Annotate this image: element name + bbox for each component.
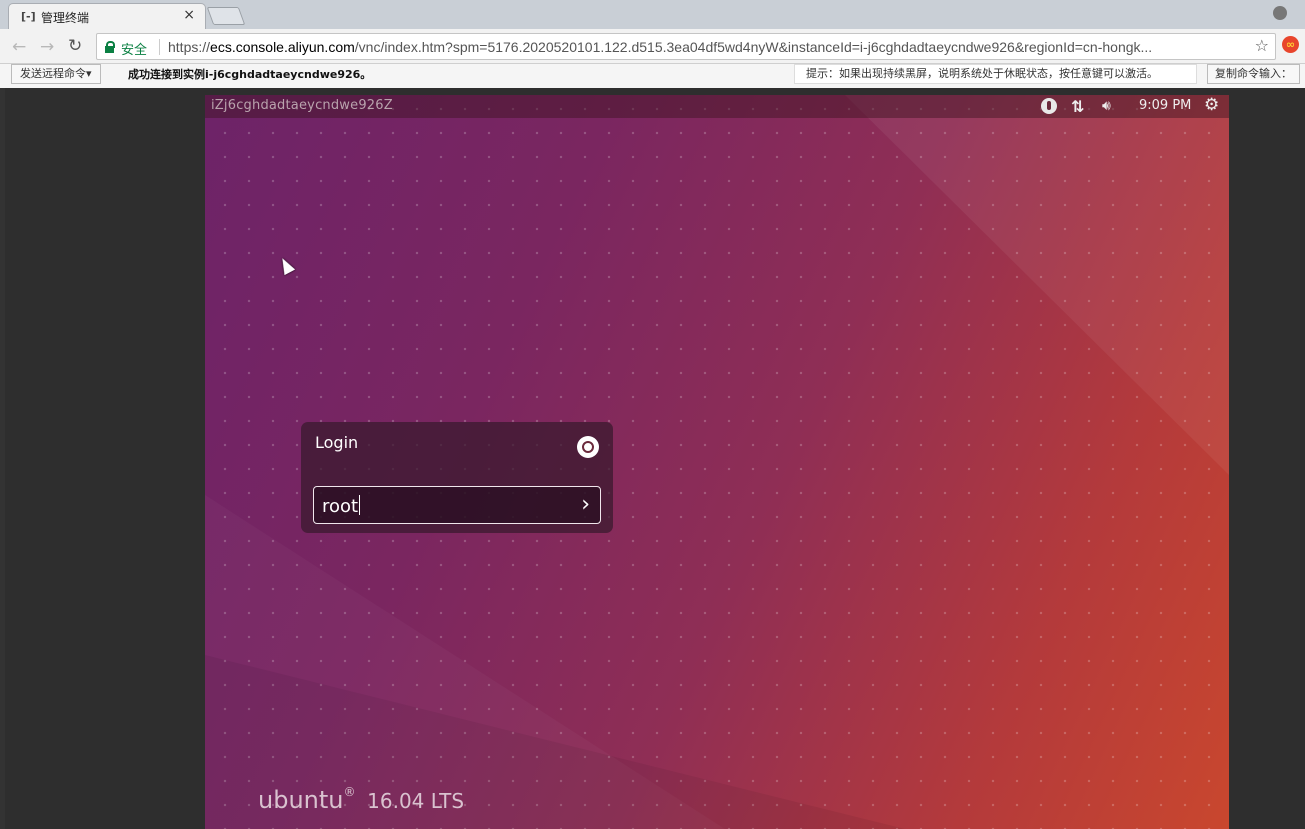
url-host: ecs.console.aliyun.com — [210, 39, 355, 55]
tab-title: 管理终端 — [41, 11, 90, 25]
mouse-cursor-icon — [277, 255, 296, 276]
profile-icon[interactable] — [1273, 6, 1287, 20]
address-bar[interactable]: 安全 https://ecs.console.aliyun.com/vnc/in… — [96, 33, 1276, 60]
session-gear-icon[interactable]: ⚙ — [1204, 95, 1219, 115]
reload-icon[interactable]: ↻ — [68, 36, 82, 56]
vnc-control-bar: 发送远程命令▾ 成功连接到实例i-j6cghdadtaeycndwe926。 提… — [0, 64, 1305, 88]
username-field[interactable]: root › — [313, 486, 601, 524]
network-icon[interactable]: ⇅ — [1071, 97, 1084, 116]
forward-arrow-icon[interactable]: → — [40, 37, 54, 57]
ubuntu-logo-icon — [577, 436, 599, 458]
text-caret — [359, 495, 361, 515]
clock[interactable]: 9:09 PM — [1139, 98, 1191, 113]
username-text: root — [322, 496, 359, 517]
login-title: Login — [315, 433, 359, 452]
url-text[interactable]: https://ecs.console.aliyun.com/vnc/index… — [168, 39, 1243, 55]
browser-tab[interactable]: [-] 管理终端 × — [8, 3, 206, 29]
back-arrow-icon[interactable]: ← — [12, 37, 26, 57]
tab-favicon-icon: [-] — [21, 10, 36, 23]
chevron-right-icon[interactable]: › — [581, 494, 590, 516]
url-scheme: https:// — [168, 39, 211, 55]
tab-close-icon[interactable]: × — [183, 7, 195, 23]
login-dialog: Login root › — [301, 422, 613, 533]
black-screen-hint: 提示：如果出现持续黑屏，说明系统处于休眠状态，按任意键可以激活。 — [794, 64, 1197, 84]
connection-status: 成功连接到实例i-j6cghdadtaeycndwe926。 — [128, 68, 372, 81]
brand-mark: ® — [343, 785, 356, 799]
accessibility-icon[interactable] — [1041, 98, 1057, 114]
lock-icon — [105, 41, 115, 53]
extension-icon[interactable]: ∞ — [1282, 36, 1299, 53]
remote-desktop[interactable]: iZj6cghdadtaeycndwe926Z ⇅ 🔊︎ 9:09 PM ⚙ L… — [205, 95, 1229, 829]
new-tab-button[interactable] — [206, 7, 246, 25]
copy-command-input-button[interactable]: 复制命令输入： — [1207, 64, 1300, 84]
ubuntu-top-panel: iZj6cghdadtaeycndwe926Z ⇅ 🔊︎ 9:09 PM ⚙ — [205, 95, 1229, 118]
browser-tab-strip: [-] 管理终端 × — [0, 0, 1305, 29]
brand-word: ubuntu — [258, 786, 344, 814]
sound-icon[interactable]: 🔊︎ — [1102, 98, 1111, 114]
bookmark-star-icon[interactable]: ☆ — [1255, 36, 1269, 55]
wallpaper-facet — [845, 95, 1229, 475]
url-divider — [159, 39, 160, 55]
browser-toolbar: ← → ↻ 安全 https://ecs.console.aliyun.com/… — [0, 29, 1305, 64]
ubuntu-brand: ubuntu® 16.04 LTS — [258, 785, 464, 814]
username-value: root — [322, 495, 361, 517]
secure-label: 安全 — [121, 43, 148, 58]
url-path: /vnc/index.htm?spm=5176.2020520101.122.d… — [354, 39, 1153, 55]
brand-version: 16.04 LTS — [367, 789, 465, 813]
send-remote-command-button[interactable]: 发送远程命令▾ — [11, 64, 101, 84]
hostname: iZj6cghdadtaeycndwe926Z — [211, 98, 393, 113]
